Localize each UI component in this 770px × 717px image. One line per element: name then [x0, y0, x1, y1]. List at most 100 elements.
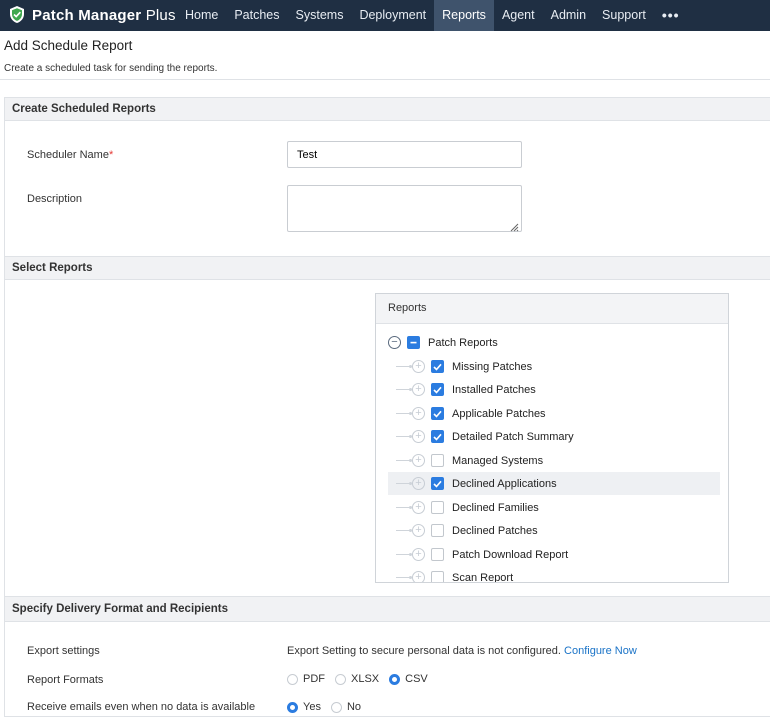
plus-circle-icon: +: [412, 548, 425, 561]
tree-item-scan-report[interactable]: + Scan Report: [388, 566, 720, 583]
tree-item-missing-patches[interactable]: + Missing Patches: [388, 355, 720, 378]
tree-connector: [396, 459, 412, 462]
nav-admin[interactable]: Admin: [543, 0, 594, 31]
nav-systems[interactable]: Systems: [288, 0, 352, 31]
tree-label: Patch Reports: [428, 336, 498, 349]
tree-connector: [396, 388, 412, 391]
tree-label: Scan Report: [452, 571, 514, 583]
tree-item-installed-patches[interactable]: + Installed Patches: [388, 378, 720, 401]
description-label: Description: [27, 193, 83, 205]
tree-item-patch-download-report[interactable]: + Patch Download Report: [388, 543, 720, 566]
tree-item-declined-patches[interactable]: + Declined Patches: [388, 519, 720, 542]
radio-label-yes: Yes: [303, 701, 321, 713]
section-header: Create Scheduled Reports: [5, 98, 770, 121]
radio-xlsx[interactable]: [335, 673, 346, 685]
checkbox-unchecked[interactable]: [431, 501, 444, 514]
nav-support[interactable]: Support: [594, 0, 654, 31]
tree-label: Applicable Patches: [452, 407, 546, 420]
plus-circle-icon: +: [412, 407, 425, 420]
nav-more-button[interactable]: •••: [654, 0, 688, 31]
tree-label: Detailed Patch Summary: [452, 430, 574, 443]
scheduler-name-label: Scheduler Name*: [27, 149, 114, 161]
minus-circle-icon[interactable]: −: [388, 336, 401, 349]
tree-label: Managed Systems: [452, 454, 544, 467]
tree-label: Declined Families: [452, 501, 539, 514]
tree-connector: [396, 365, 412, 368]
nav-deployment[interactable]: Deployment: [351, 0, 434, 31]
radio-csv[interactable]: [389, 673, 401, 685]
tree-label: Missing Patches: [452, 360, 533, 373]
tree-label: Installed Patches: [452, 383, 536, 396]
required-marker: *: [108, 149, 114, 161]
radio-label-xlsx: XLSX: [351, 673, 380, 685]
tree-connector: [396, 553, 412, 556]
tree-label: Patch Download Report: [452, 548, 569, 561]
configure-now-link[interactable]: Configure Now: [564, 645, 637, 657]
nav-reports[interactable]: Reports: [434, 0, 494, 31]
report-formats-label: Report Formats: [27, 674, 104, 686]
delivery-section: Specify Delivery Format and Recipients: [4, 597, 770, 717]
checkbox-checked[interactable]: [431, 360, 444, 373]
plus-circle-icon: +: [412, 501, 425, 514]
shield-logo-icon: [8, 5, 26, 27]
export-settings-message: Export Setting to secure personal data i…: [287, 645, 637, 657]
tree-item-declined-families[interactable]: + Declined Families: [388, 496, 720, 519]
reports-tree-header: Reports: [376, 294, 728, 324]
nav-patches[interactable]: Patches: [226, 0, 287, 31]
nav-agent[interactable]: Agent: [494, 0, 543, 31]
tree-connector: [396, 435, 412, 438]
divider: [0, 79, 770, 80]
plus-circle-icon: +: [412, 524, 425, 537]
radio-label-csv: CSV: [405, 673, 428, 685]
section-header: Specify Delivery Format and Recipients: [5, 597, 770, 622]
plus-circle-icon: +: [412, 360, 425, 373]
checkbox-unchecked[interactable]: [431, 454, 444, 467]
scheduler-name-input[interactable]: [287, 141, 522, 168]
receive-empty-emails-label: Receive emails even when no data is avai…: [27, 701, 256, 713]
tree-label: Declined Applications: [452, 477, 557, 490]
checkbox-checked[interactable]: [431, 477, 444, 490]
tree-connector: [396, 529, 412, 532]
plus-circle-icon: +: [412, 430, 425, 443]
checkbox-checked[interactable]: [431, 430, 444, 443]
plus-circle-icon: +: [412, 454, 425, 467]
export-settings-label: Export settings: [27, 645, 100, 657]
description-textarea[interactable]: [287, 185, 522, 232]
plus-circle-icon: +: [412, 383, 425, 396]
tree-connector: [396, 412, 412, 415]
tree-item-applicable-patches[interactable]: + Applicable Patches: [388, 402, 720, 425]
section-header: Select Reports: [5, 257, 770, 280]
top-navigation-bar: Patch Manager Plus Home Patches Systems …: [0, 0, 770, 31]
tree-item-managed-systems[interactable]: + Managed Systems: [388, 449, 720, 472]
checkbox-unchecked[interactable]: [431, 548, 444, 561]
radio-yes[interactable]: [287, 701, 298, 713]
checkbox-checked[interactable]: [431, 407, 444, 420]
tree-item-detailed-patch-summary[interactable]: + Detailed Patch Summary: [388, 425, 720, 448]
resize-grip-icon[interactable]: [510, 221, 519, 232]
radio-label-no: No: [346, 701, 362, 713]
tree-connector: [396, 482, 412, 485]
nav-home[interactable]: Home: [177, 0, 226, 31]
tree-connector: [396, 576, 412, 579]
plus-circle-icon: +: [412, 571, 425, 582]
radio-pdf[interactable]: [287, 673, 298, 685]
tree-label: Declined Patches: [452, 524, 538, 537]
radio-no[interactable]: [330, 701, 342, 713]
radio-label-pdf: PDF: [303, 673, 325, 685]
checkbox-unchecked[interactable]: [431, 524, 444, 537]
checkbox-unchecked[interactable]: [431, 571, 444, 582]
report-formats-radio-group: PDF XLSX CSV: [287, 673, 438, 685]
main-nav: Home Patches Systems Deployment Reports …: [177, 0, 688, 31]
tree-root-patch-reports[interactable]: − Patch Reports: [388, 331, 720, 354]
checkbox-checked[interactable]: [431, 383, 444, 396]
tree-connector: [396, 506, 412, 509]
tree-item-declined-applications[interactable]: + Declined Applications: [388, 472, 720, 495]
plus-circle-icon: +: [412, 477, 425, 490]
page-title: Add Schedule Report: [4, 38, 133, 53]
app-logo[interactable]: Patch Manager Plus: [8, 0, 176, 31]
checkbox-partial[interactable]: [407, 336, 420, 349]
create-scheduled-reports-section: Create Scheduled Reports: [4, 97, 770, 257]
page-subtitle: Create a scheduled task for sending the …: [4, 63, 218, 74]
app-name: Patch Manager Plus: [32, 7, 176, 24]
reports-tree-panel: Reports − Patch Reports + Missing Patche…: [375, 293, 729, 583]
